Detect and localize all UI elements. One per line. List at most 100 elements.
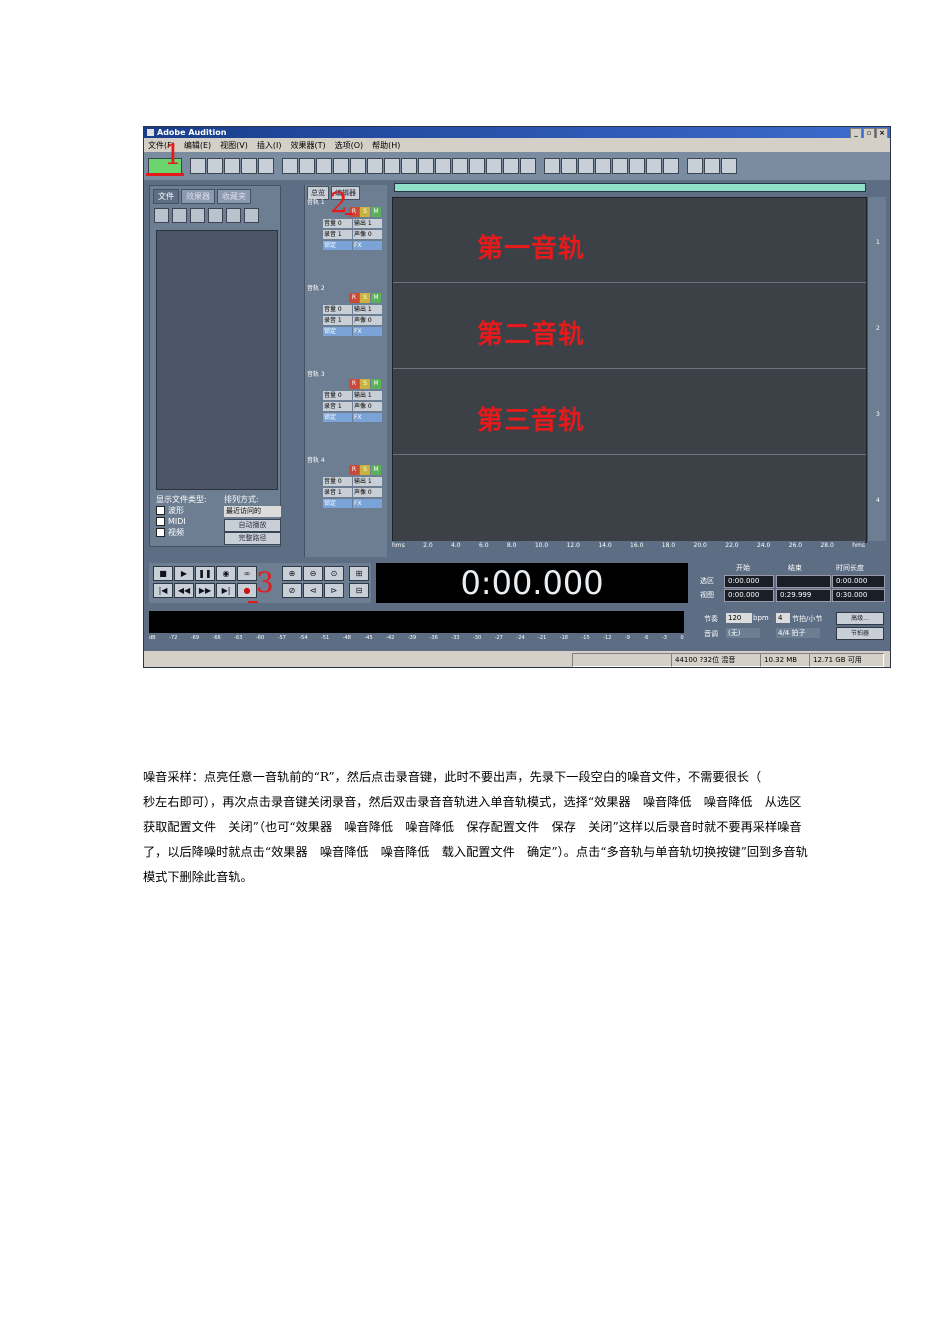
solo-button[interactable]: S	[360, 293, 370, 303]
trim-icon[interactable]	[367, 158, 383, 174]
waveform-checkbox[interactable]	[156, 506, 165, 515]
import-icon[interactable]	[172, 208, 187, 223]
menu-help[interactable]: 帮助(H)	[372, 140, 400, 151]
undo-icon[interactable]	[282, 158, 298, 174]
record-input-control[interactable]: 录音 1	[323, 316, 352, 325]
zoom-selection-icon[interactable]: ⊘	[282, 583, 302, 598]
new-file-icon[interactable]	[190, 158, 206, 174]
view-length-field[interactable]: 0:30.000	[832, 589, 885, 602]
copy-icon[interactable]	[299, 158, 315, 174]
edit-file-icon[interactable]	[226, 208, 241, 223]
go-to-start-button[interactable]: |◀	[153, 583, 173, 598]
lock-button[interactable]: 锁定	[323, 327, 352, 336]
bpm-icon[interactable]	[629, 158, 645, 174]
fast-forward-button[interactable]: ▶▶	[195, 583, 215, 598]
wet-icon[interactable]	[578, 158, 594, 174]
convert-icon[interactable]	[418, 158, 434, 174]
zoom-left-icon[interactable]: ⊲	[303, 583, 323, 598]
solo-button[interactable]: S	[360, 379, 370, 389]
pause-button[interactable]: ❚❚	[195, 566, 215, 581]
view-end-field[interactable]: 0:29.999	[776, 589, 831, 602]
record-input-control[interactable]: 录音 1	[323, 402, 352, 411]
fx-button[interactable]: FX	[353, 413, 382, 422]
fx-button[interactable]: FX	[353, 499, 382, 508]
snap-icon[interactable]	[520, 158, 536, 174]
menu-options[interactable]: 选项(O)	[335, 140, 364, 151]
record-arm-button[interactable]: R	[349, 379, 359, 389]
mix-paste-icon[interactable]	[333, 158, 349, 174]
cd-icon[interactable]	[704, 158, 720, 174]
record-arm-button[interactable]: R	[349, 293, 359, 303]
silence-icon[interactable]	[384, 158, 400, 174]
delay-icon[interactable]	[561, 158, 577, 174]
track-lane-2[interactable]: 第二音轨	[393, 284, 866, 369]
zoom-right-icon[interactable]: ⊳	[324, 583, 344, 598]
zoom-full-icon[interactable]: ⊙	[324, 566, 344, 581]
pan-control[interactable]: 声像 0	[353, 230, 382, 239]
help-icon[interactable]	[721, 158, 737, 174]
zoom-out-icon[interactable]: ⊖	[303, 566, 323, 581]
zoom-vertical-out-icon[interactable]: ⊟	[349, 583, 369, 598]
menu-edit[interactable]: 编辑(E)	[184, 140, 211, 151]
mute-button[interactable]: M	[371, 293, 381, 303]
video-checkbox[interactable]	[156, 528, 165, 537]
record-input-control[interactable]: 录音 1	[323, 230, 352, 239]
menu-effects[interactable]: 效果器(T)	[290, 140, 325, 151]
tab-files[interactable]: 文件	[153, 189, 179, 204]
pan-control[interactable]: 声像 0	[353, 402, 382, 411]
solo-button[interactable]: S	[360, 207, 370, 217]
video-icon[interactable]	[646, 158, 662, 174]
analysis-icon[interactable]	[435, 158, 451, 174]
menu-view[interactable]: 视图(V)	[220, 140, 248, 151]
selection-end-field[interactable]	[776, 575, 831, 588]
insert-file-icon[interactable]	[208, 208, 223, 223]
save-icon[interactable]	[241, 158, 257, 174]
key-dropdown[interactable]: (无)	[726, 628, 760, 638]
view-start-field[interactable]: 0:00.000	[724, 589, 774, 602]
output-control[interactable]: 输出 1	[353, 477, 382, 486]
lock-button[interactable]: 锁定	[323, 499, 352, 508]
advanced-button[interactable]: 高级...	[836, 612, 884, 625]
waveform-icon[interactable]	[469, 158, 485, 174]
zoom-vertical-in-icon[interactable]: ⊞	[349, 566, 369, 581]
lock-button[interactable]: 锁定	[323, 413, 352, 422]
pan-control[interactable]: 声像 0	[353, 488, 382, 497]
volume-control[interactable]: 音量 0	[323, 391, 352, 400]
mixer-icon[interactable]	[503, 158, 519, 174]
amplify-icon[interactable]	[544, 158, 560, 174]
close-file-icon[interactable]	[190, 208, 205, 223]
mute-button[interactable]: M	[371, 207, 381, 217]
open-folder-icon[interactable]	[154, 208, 169, 223]
pan-control[interactable]: 声像 0	[353, 316, 382, 325]
fx-icon[interactable]	[612, 158, 628, 174]
mute-button[interactable]: M	[371, 465, 381, 475]
file-list[interactable]	[156, 230, 278, 490]
menu-insert[interactable]: 插入(I)	[257, 140, 282, 151]
track-lane-4[interactable]	[393, 456, 866, 540]
metronome-button[interactable]: 节拍器	[836, 627, 884, 640]
loop-button[interactable]: ∞	[237, 566, 257, 581]
record-arm-button[interactable]: R	[349, 465, 359, 475]
metronome-icon[interactable]	[663, 158, 679, 174]
go-to-end-button[interactable]: ▶|	[216, 583, 236, 598]
zoom-in-icon[interactable]: ⊕	[282, 566, 302, 581]
open-file-icon[interactable]	[207, 158, 223, 174]
paste-icon[interactable]	[316, 158, 332, 174]
record-button[interactable]: ●	[237, 583, 257, 598]
volume-control[interactable]: 音量 0	[323, 305, 352, 314]
output-control[interactable]: 输出 1	[353, 305, 382, 314]
output-control[interactable]: 输出 1	[353, 391, 382, 400]
beats-field[interactable]: 4	[776, 613, 790, 623]
auto-play-button[interactable]: 自动播放	[224, 519, 281, 532]
record-input-control[interactable]: 录音 1	[323, 488, 352, 497]
volume-control[interactable]: 音量 0	[323, 219, 352, 228]
eq-icon[interactable]	[595, 158, 611, 174]
fx-button[interactable]: FX	[353, 327, 382, 336]
solo-button[interactable]: S	[360, 465, 370, 475]
insert-icon[interactable]	[401, 158, 417, 174]
properties-icon[interactable]	[244, 208, 259, 223]
stop-button[interactable]: ■	[153, 566, 173, 581]
play-button[interactable]: ▶	[174, 566, 194, 581]
full-path-button[interactable]: 完整路径	[224, 532, 281, 545]
settings-icon[interactable]	[687, 158, 703, 174]
